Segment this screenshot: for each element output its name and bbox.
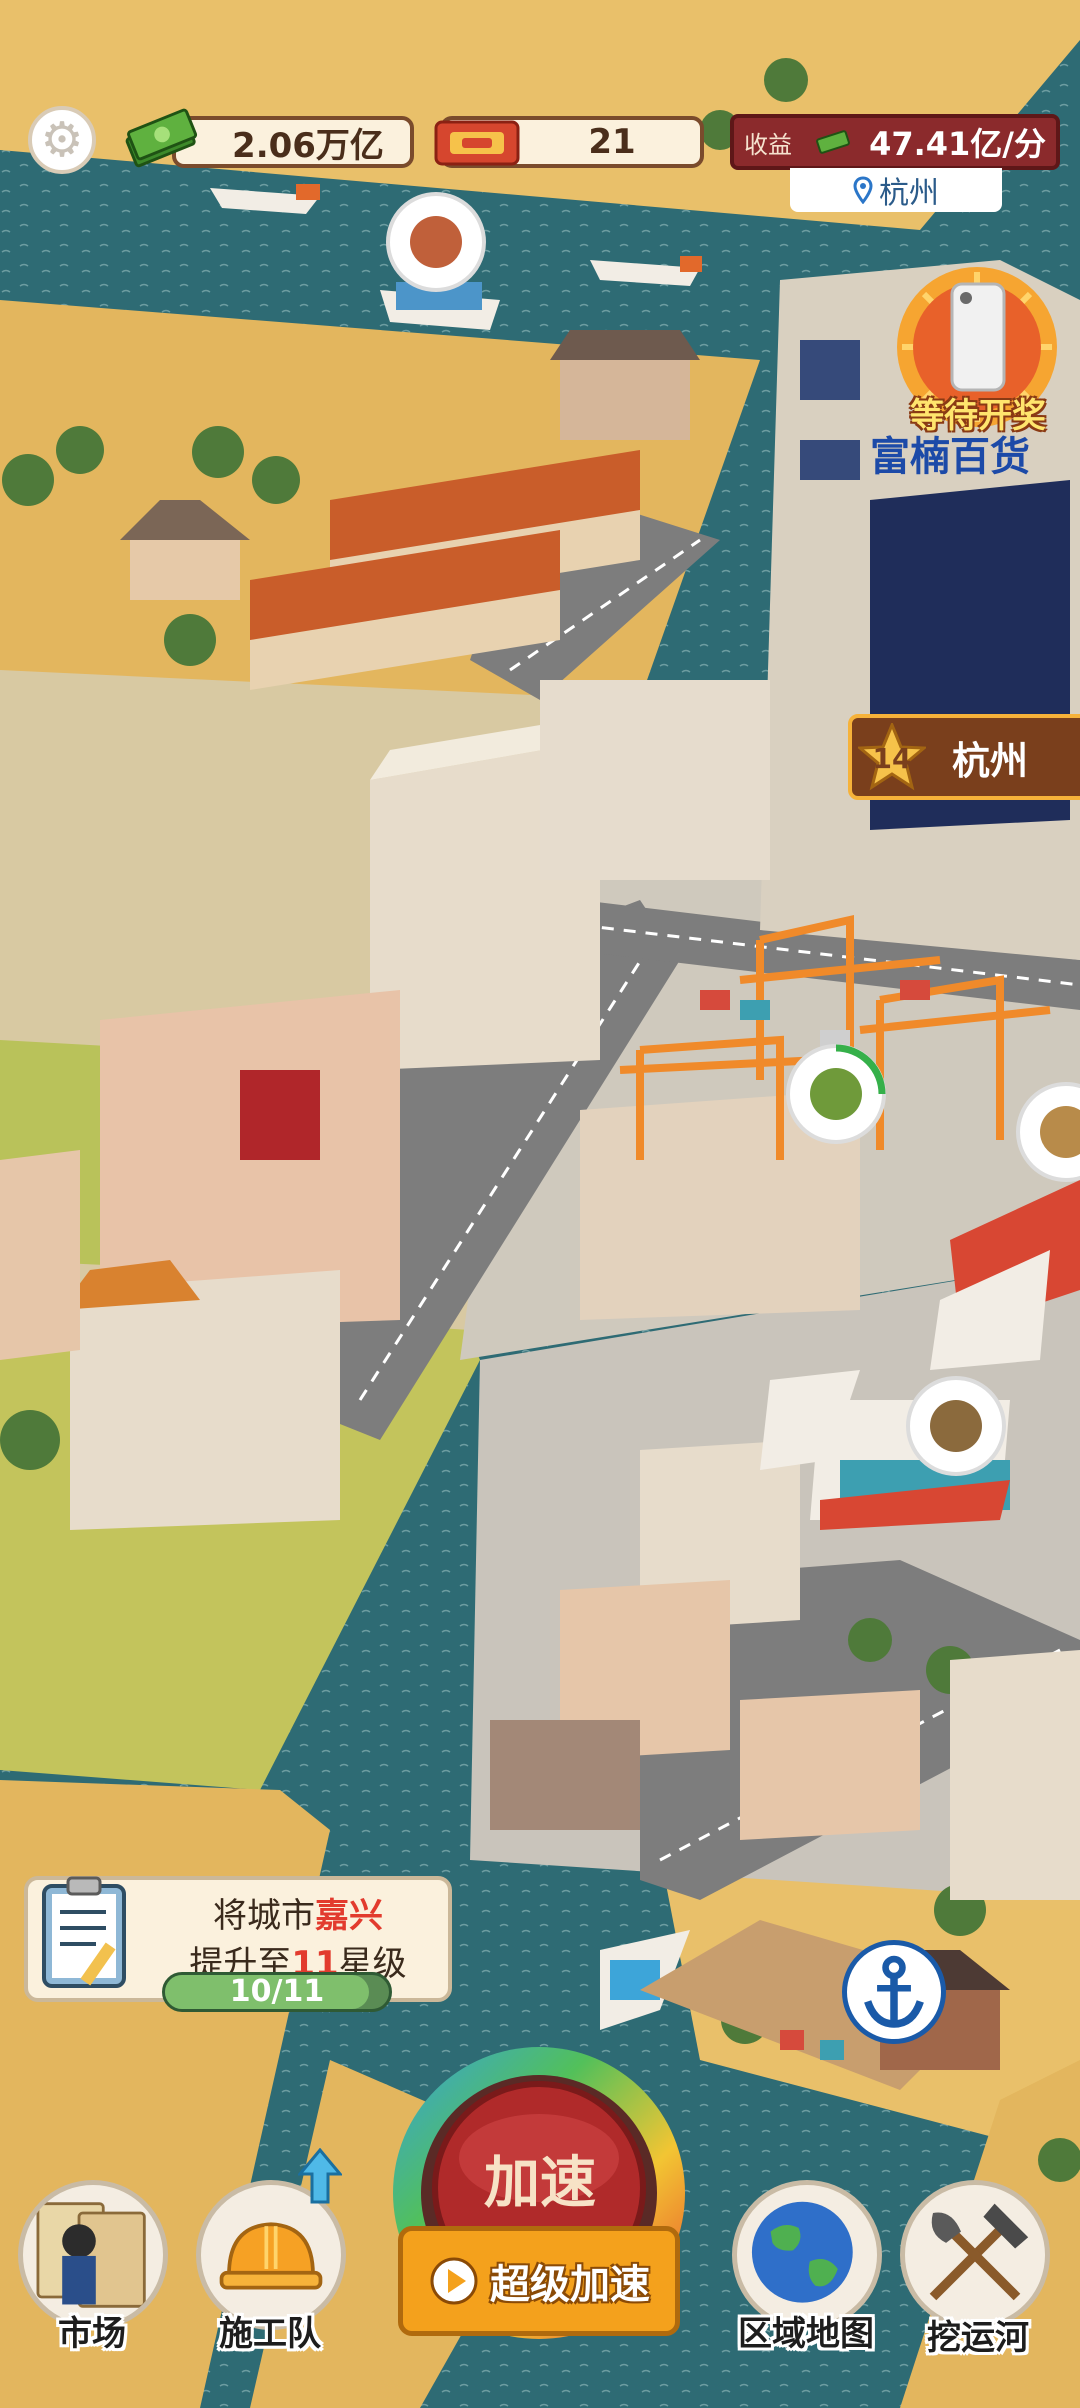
city-level-badge[interactable]: 14 杭州 — [848, 714, 1080, 800]
city-level: 14 — [872, 742, 912, 775]
region-map-label: 区域地图 — [738, 2314, 874, 2354]
store-sign: 富楠百货 — [870, 434, 1030, 480]
tea-bubble[interactable] — [786, 1044, 886, 1144]
super-speed-label: 超级加速 — [490, 2262, 650, 2308]
income-label: 收益 — [744, 130, 792, 159]
market-label: 市场 — [58, 2314, 126, 2354]
phone-prize-icon — [950, 282, 1006, 392]
crate-icon — [1040, 1106, 1080, 1158]
star-icon: 14 — [856, 721, 928, 791]
clipboard-icon — [42, 1876, 126, 1988]
cash-stack-icon — [125, 108, 198, 168]
cash-display[interactable]: 2.06万亿 — [172, 116, 414, 168]
gear-icon: ⚙ — [40, 112, 84, 168]
up-arrow-icon — [298, 2148, 342, 2204]
game-screen: 富楠百货 ⚙ 2.06万亿 21 收益 47.41亿/分 杭州 等待开奖 14 … — [0, 0, 1080, 2408]
construction-team-label: 施工队 — [219, 2314, 321, 2354]
lottery-status: 等待开奖 — [910, 396, 1046, 436]
super-speed-button[interactable]: 超级加速 — [398, 2226, 680, 2336]
ticket-count: 21 — [588, 122, 636, 162]
food-bubble[interactable] — [386, 192, 486, 292]
globe-icon — [751, 2201, 853, 2303]
production-progress-ring — [835, 1044, 886, 1095]
dish-icon — [410, 216, 462, 268]
market-icon — [36, 2202, 146, 2308]
shoe-bubble[interactable] — [906, 1376, 1006, 1476]
income-rate: 47.41亿/分 — [869, 125, 1046, 163]
play-icon — [430, 2257, 478, 2305]
cash-value: 2.06万亿 — [232, 125, 384, 166]
speed-up-label: 加速 — [484, 2151, 596, 2216]
city-name: 杭州 — [952, 738, 1029, 783]
shovel-pickaxe-icon — [929, 2203, 1029, 2301]
settings-button[interactable]: ⚙ — [28, 106, 96, 174]
task-progress-bar: 10/11 — [162, 1972, 392, 2012]
hard-hat-icon — [219, 2222, 323, 2290]
anchor-icon — [864, 1955, 924, 2028]
dig-canal-label: 挖运河 — [927, 2318, 1029, 2358]
ticket-icon — [434, 120, 520, 166]
location-pin-icon — [853, 176, 873, 204]
cash-icon — [816, 130, 850, 154]
task-text: 将城市 — [213, 1896, 315, 1936]
task-city: 嘉兴 — [315, 1896, 383, 1936]
income-panel[interactable]: 收益 47.41亿/分 — [730, 114, 1060, 170]
port-anchor-button[interactable] — [842, 1940, 946, 2044]
task-line-1: 将城市嘉兴 — [148, 1888, 448, 1937]
location-tag[interactable]: 杭州 — [790, 168, 1002, 212]
dig-canal-button[interactable] — [900, 2180, 1050, 2330]
shoes-icon — [930, 1400, 982, 1452]
location-name: 杭州 — [879, 176, 939, 211]
task-progress-text: 10/11 — [229, 1974, 325, 2009]
